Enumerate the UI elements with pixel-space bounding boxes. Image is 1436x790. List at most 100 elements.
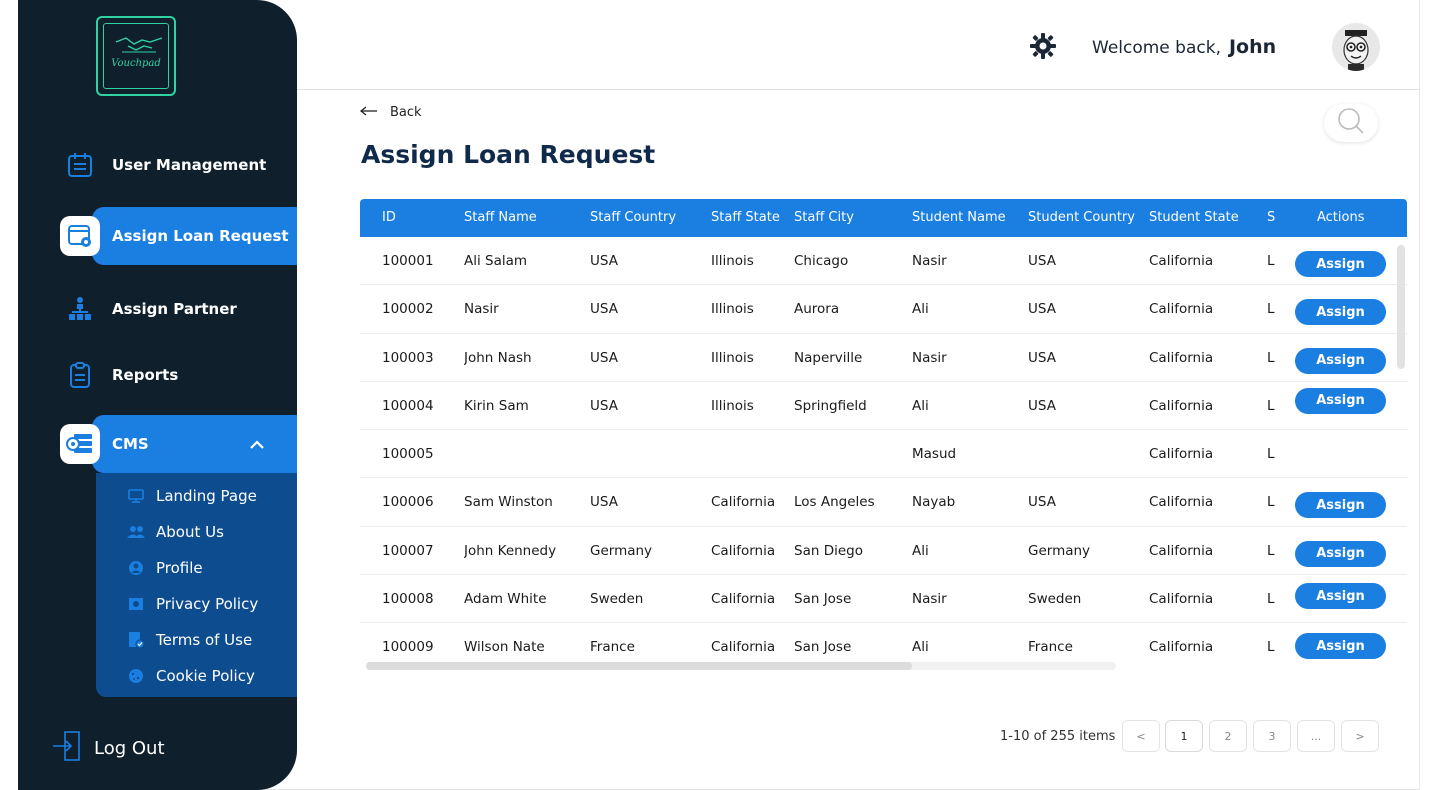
- cell-student-country: France: [1028, 639, 1073, 656]
- calendar-list-icon: [64, 149, 96, 181]
- cell-id: 100007: [382, 542, 434, 559]
- column-header-student-country[interactable]: Student Country: [1028, 210, 1135, 225]
- page-button-2[interactable]: 2: [1209, 720, 1247, 752]
- cell-student-country: USA: [1028, 301, 1056, 318]
- table-row: 100004 Kirin Sam USA Illinois Springfiel…: [360, 382, 1407, 431]
- cell-staff-name: Wilson Nate: [464, 639, 545, 656]
- cms-item-terms-of-use[interactable]: Terms of Use: [126, 625, 252, 655]
- cell-staff-country: Germany: [590, 542, 653, 559]
- cell-student-state: California: [1149, 591, 1214, 608]
- monitor-icon: [126, 488, 146, 504]
- page-button-3[interactable]: 3: [1253, 720, 1291, 752]
- cell-staff-name: Ali Salam: [464, 253, 528, 269]
- chevron-up-icon[interactable]: [250, 435, 264, 454]
- cell-student-state: California: [1149, 301, 1214, 318]
- cell-staff-city: San Jose: [794, 591, 852, 608]
- cookie-icon: [126, 668, 146, 684]
- cell-staff-state: California: [711, 591, 776, 608]
- cell-truncated: Lo: [1267, 397, 1275, 414]
- cell-id: 100005: [382, 446, 434, 463]
- sidebar-item-user-management[interactable]: User Management: [18, 136, 297, 194]
- cell-truncated: Lo: [1267, 591, 1275, 608]
- cms-item-cookie-policy[interactable]: Cookie Policy: [126, 661, 255, 691]
- cell-staff-name: Adam White: [464, 591, 547, 608]
- assign-button[interactable]: Assign: [1295, 633, 1386, 660]
- horizontal-scrollbar[interactable]: [366, 662, 912, 670]
- assign-button[interactable]: Assign: [1295, 251, 1386, 277]
- column-header-staff-state[interactable]: Staff State: [711, 210, 780, 225]
- table-body: 100001 Ali Salam USA Illinois Chicago Na…: [360, 237, 1407, 672]
- assign-button[interactable]: Assign: [1295, 347, 1386, 374]
- cms-item-profile[interactable]: Profile: [126, 553, 203, 583]
- cms-item-about-us[interactable]: About Us: [126, 517, 224, 547]
- avatar[interactable]: [1332, 23, 1380, 71]
- user-circle-icon: [126, 560, 146, 576]
- assign-button[interactable]: Assign: [1295, 387, 1386, 414]
- assign-button[interactable]: Assign: [1295, 540, 1386, 567]
- column-header-staff-country[interactable]: Staff Country: [590, 210, 676, 225]
- welcome-message: Welcome back, John: [1092, 36, 1276, 58]
- cell-staff-country: USA: [590, 301, 618, 318]
- cell-student-name: Ali: [912, 301, 929, 318]
- cell-staff-name: John Nash: [464, 349, 532, 366]
- column-header-id[interactable]: ID: [382, 210, 396, 225]
- sidebar-item-reports[interactable]: Reports: [18, 346, 297, 404]
- page-title: Assign Loan Request: [361, 140, 656, 169]
- brand-logo[interactable]: Vouchpad: [96, 16, 176, 96]
- next-page-button[interactable]: >: [1341, 720, 1379, 752]
- cell-student-state: California: [1149, 446, 1214, 463]
- cms-item-label: Cookie Policy: [156, 667, 255, 685]
- sidebar-item-cms[interactable]: CMS: [18, 415, 297, 473]
- assign-button[interactable]: Assign: [1295, 299, 1386, 326]
- vertical-scrollbar[interactable]: [1397, 245, 1405, 369]
- cell-staff-state: California: [711, 639, 776, 656]
- logout-icon: [52, 730, 82, 766]
- sidebar-item-label: User Management: [112, 156, 267, 174]
- cell-id: 100009: [382, 639, 434, 656]
- page-button-ellipsis[interactable]: ...: [1297, 720, 1335, 752]
- cell-student-state: California: [1149, 397, 1214, 414]
- cell-id: 100004: [382, 397, 434, 414]
- document-check-icon: [126, 631, 146, 649]
- cell-student-country: Sweden: [1028, 591, 1082, 608]
- cell-id: 100008: [382, 591, 434, 608]
- cell-student-name: Ali: [912, 542, 929, 559]
- cell-student-state: California: [1149, 253, 1214, 269]
- column-header-student-name[interactable]: Student Name: [912, 210, 1006, 225]
- sidebar-item-label: Assign Partner: [112, 300, 237, 318]
- cms-item-label: Privacy Policy: [156, 595, 259, 613]
- cell-staff-country: USA: [590, 494, 618, 511]
- column-header-student-state[interactable]: Student State: [1149, 210, 1239, 225]
- sidebar-item-assign-partner[interactable]: Assign Partner: [18, 280, 297, 338]
- cell-id: 100003: [382, 349, 434, 366]
- cell-staff-state: Illinois: [711, 301, 754, 318]
- cell-student-name: Ali: [912, 639, 929, 656]
- back-link[interactable]: Back: [359, 104, 422, 120]
- page-button-1[interactable]: 1: [1165, 720, 1203, 752]
- column-header-staff-name[interactable]: Staff Name: [464, 210, 537, 225]
- cell-staff-state: Illinois: [711, 253, 754, 269]
- table-row: 100002 Nasir USA Illinois Aurora Ali USA…: [360, 285, 1407, 334]
- cms-submenu: Landing Page About Us Profile Privacy Po…: [96, 473, 297, 697]
- column-header-truncated[interactable]: S: [1267, 210, 1275, 225]
- cms-item-landing-page[interactable]: Landing Page: [126, 481, 257, 511]
- assign-button[interactable]: Assign: [1295, 583, 1386, 610]
- prev-page-button[interactable]: <: [1122, 720, 1160, 752]
- cell-staff-city: Chicago: [794, 253, 849, 269]
- sidebar-item-assign-loan-request[interactable]: Assign Loan Request: [18, 207, 297, 265]
- cell-student-country: USA: [1028, 397, 1056, 414]
- assign-button[interactable]: Assign: [1295, 492, 1386, 519]
- table-row: 100008 Adam White Sweden California San …: [360, 575, 1407, 624]
- column-header-staff-city[interactable]: Staff City: [794, 210, 854, 225]
- gear-icon[interactable]: [1030, 33, 1056, 59]
- cell-staff-state: California: [711, 542, 776, 559]
- cms-item-privacy-policy[interactable]: Privacy Policy: [126, 589, 258, 619]
- logout-button[interactable]: Log Out: [52, 730, 165, 766]
- cell-student-name: Ali: [912, 397, 929, 414]
- logo-inner: Vouchpad: [103, 23, 169, 89]
- cell-truncated: Lo: [1267, 301, 1275, 318]
- cell-truncated: Lo: [1267, 253, 1275, 269]
- cell-student-name: Nasir: [912, 349, 947, 366]
- cell-staff-city: San Jose: [794, 639, 852, 656]
- search-button[interactable]: [1324, 104, 1378, 142]
